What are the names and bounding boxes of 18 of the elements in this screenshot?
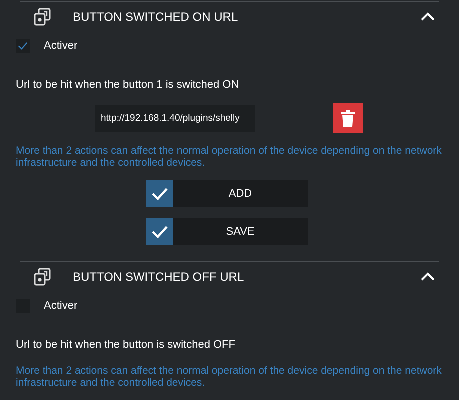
- warning-text: More than 2 actions can affect the normal operation of the device depending on the network infrastructure and the controlled devices.: [16, 365, 443, 389]
- section-title: BUTTON SWITCHED OFF URL: [73, 270, 246, 284]
- field-label: Url to be hit when the button is switched OFF: [16, 338, 236, 353]
- device-icon: [34, 8, 52, 26]
- warning-text: More than 2 actions can affect the normal operation of the device depending on the network infrastructure and the controlled devices.: [16, 145, 443, 169]
- section-header[interactable]: BUTTON SWITCHED OFF URL: [0, 262, 459, 291]
- checkbox-label: Activer: [44, 40, 78, 52]
- checkbox-label: Activer: [44, 300, 78, 312]
- checkbox[interactable]: [16, 38, 30, 52]
- trash-icon: [341, 110, 355, 126]
- device-icon: [34, 268, 52, 286]
- action-button[interactable]: ADD: [146, 180, 308, 207]
- url-field[interactable]: http://192.168.1.40/plugins/shelly: [95, 104, 255, 132]
- field-label: Url to be hit when the button 1 is switched ON: [16, 78, 240, 93]
- delete-button[interactable]: [333, 103, 363, 133]
- section-title: BUTTON SWITCHED ON URL: [73, 10, 240, 24]
- action-button[interactable]: SAVE: [146, 218, 308, 245]
- section-header[interactable]: BUTTON SWITCHED ON URL: [0, 2, 459, 31]
